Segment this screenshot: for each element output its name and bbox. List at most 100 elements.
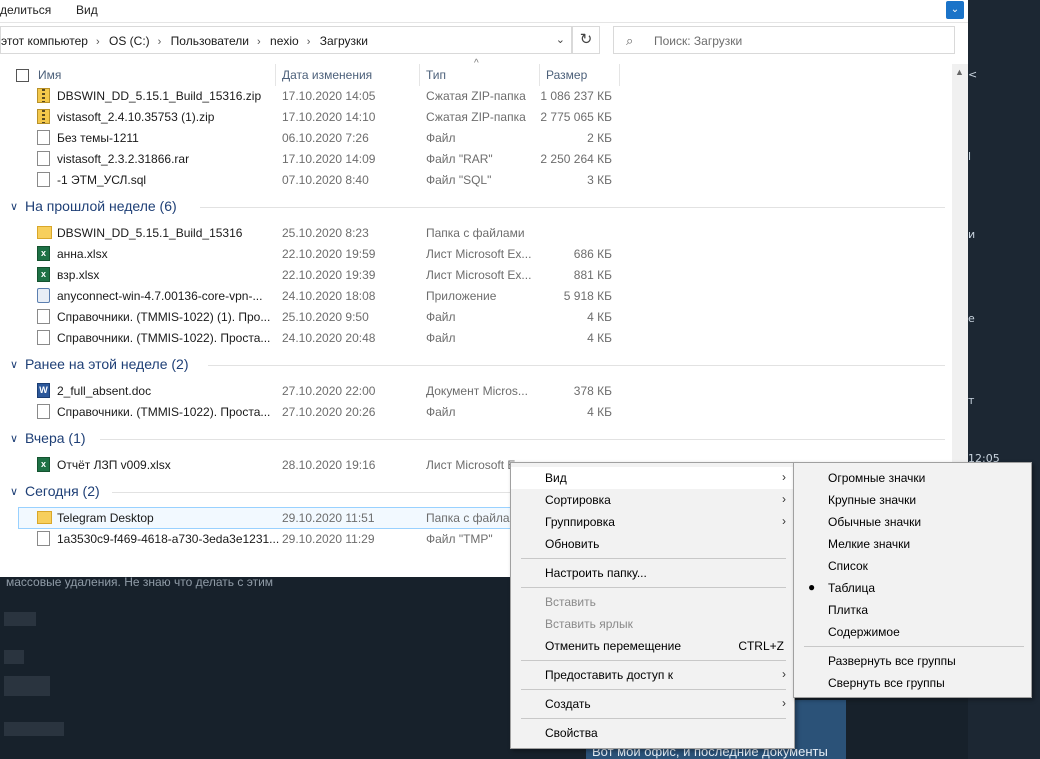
collapse-chevron-icon[interactable]: ∨ xyxy=(10,432,18,445)
breadcrumb-chevron-icon[interactable]: › xyxy=(307,36,311,48)
file-size: 1 086 237 КБ xyxy=(540,89,612,103)
view-option-tiles[interactable]: Плитка xyxy=(794,599,1031,621)
breadcrumb-item[interactable]: этот компьютер xyxy=(1,34,88,48)
group-title: На прошлой неделе (6) xyxy=(25,198,177,214)
file-row[interactable]: vistasoft_2.3.2.31866.rar 17.10.2020 14:… xyxy=(0,148,940,169)
file-icon xyxy=(37,404,50,419)
excel-icon: x xyxy=(37,246,50,261)
column-divider[interactable] xyxy=(275,64,276,86)
breadcrumb-item[interactable]: Пользователи xyxy=(171,34,249,48)
group-divider xyxy=(208,365,945,366)
refresh-icon[interactable]: ↻ xyxy=(572,26,600,54)
menu-separator xyxy=(804,646,1024,647)
breadcrumb-item[interactable]: OS (C:) xyxy=(109,34,150,48)
breadcrumb-chevron-icon[interactable]: › xyxy=(158,36,162,48)
file-row[interactable]: Справочники. (TMMIS-1022). Проста... 27.… xyxy=(0,401,940,422)
column-divider[interactable] xyxy=(539,64,540,86)
file-date: 24.10.2020 18:08 xyxy=(282,289,376,303)
breadcrumb-item[interactable]: nexio xyxy=(270,34,299,48)
menu-item-customize-folder[interactable]: Настроить папку... xyxy=(511,562,794,584)
view-submenu: Огромные значки Крупные значки Обычные з… xyxy=(793,462,1032,698)
column-header-date[interactable]: Дата изменения xyxy=(282,68,372,84)
file-size: 686 КБ xyxy=(573,247,612,261)
file-row[interactable]: DBSWIN_DD_5.15.1_Build_15316 25.10.2020 … xyxy=(0,222,940,243)
ribbon-collapse-chevron-icon[interactable]: ⌄ xyxy=(946,1,964,19)
file-row[interactable]: DBSWIN_DD_5.15.1_Build_15316.zip 17.10.2… xyxy=(0,85,940,106)
file-size: 2 775 065 КБ xyxy=(540,110,612,124)
file-row[interactable]: Справочники. (TMMIS-1022) (1). Про... 25… xyxy=(0,306,940,327)
view-option-huge-icons[interactable]: Огромные значки xyxy=(794,467,1031,489)
blurred-avatar xyxy=(4,676,50,696)
file-row[interactable]: vistasoft_2.4.10.35753 (1).zip 17.10.202… xyxy=(0,106,940,127)
blurred-avatar xyxy=(4,650,24,664)
menu-item-give-access[interactable]: Предоставить доступ к › xyxy=(511,664,794,686)
file-type: Файл xyxy=(426,331,456,345)
file-name: Отчёт ЛЗП v009.xlsx xyxy=(57,458,171,472)
breadcrumb-chevron-icon[interactable]: › xyxy=(257,36,261,48)
menu-item-paste[interactable]: Вставить xyxy=(511,591,794,613)
address-dropdown-icon[interactable]: ⌄ xyxy=(556,33,565,46)
menu-item-sort[interactable]: Сортировка › xyxy=(511,489,794,511)
file-size: 4 КБ xyxy=(587,405,612,419)
view-option-large-icons[interactable]: Крупные значки xyxy=(794,489,1031,511)
menu-item-refresh[interactable]: Обновить xyxy=(511,533,794,555)
view-option-list[interactable]: Список xyxy=(794,555,1031,577)
file-type: Файл "RAR" xyxy=(426,152,493,166)
menu-separator xyxy=(521,689,786,690)
column-header-size[interactable]: Размер xyxy=(546,68,587,84)
collapse-chevron-icon[interactable]: ∨ xyxy=(10,200,18,213)
file-row[interactable]: Без темы-1211 06.10.2020 7:26 Файл 2 КБ xyxy=(0,127,940,148)
file-row[interactable]: Справочники. (TMMIS-1022). Проста... 24.… xyxy=(0,327,940,348)
ribbon-tab-share[interactable]: делиться xyxy=(0,3,51,17)
file-row[interactable]: W 2_full_absent.doc 27.10.2020 22:00 Док… xyxy=(0,380,940,401)
group-header-this-week[interactable]: ∨ Ранее на этой неделе (2) xyxy=(0,355,945,375)
address-bar[interactable]: этот компьютер › OS (C:) › Пользователи › n… xyxy=(0,26,572,54)
view-option-medium-icons[interactable]: Обычные значки xyxy=(794,511,1031,533)
cut-text: т xyxy=(968,394,975,407)
menu-item-properties[interactable]: Свойства xyxy=(511,722,794,744)
group-title: Сегодня (2) xyxy=(25,483,100,499)
column-header-name[interactable]: Имя xyxy=(38,68,61,84)
select-all-checkbox[interactable] xyxy=(16,69,29,82)
cut-text: < xyxy=(968,68,978,81)
search-icon: ⌕ xyxy=(626,33,634,48)
view-option-content[interactable]: Содержимое xyxy=(794,621,1031,643)
file-row[interactable]: -1 ЭТМ_УСЛ.sql 07.10.2020 8:40 Файл "SQL… xyxy=(0,169,940,190)
file-icon xyxy=(37,172,50,187)
file-row[interactable]: x анна.xlsx 22.10.2020 19:59 Лист Micros… xyxy=(0,243,940,264)
file-date: 27.10.2020 20:26 xyxy=(282,405,376,419)
view-option-expand-groups[interactable]: Развернуть все группы xyxy=(794,650,1031,672)
search-box[interactable]: ⌕ Поиск: Загрузки xyxy=(613,26,955,54)
breadcrumb-chevron-icon[interactable]: › xyxy=(96,36,100,48)
breadcrumb: этот компьютер › OS (C:) › Пользователи › n… xyxy=(1,34,374,48)
file-name: Справочники. (TMMIS-1022). Проста... xyxy=(57,331,271,345)
collapse-chevron-icon[interactable]: ∨ xyxy=(10,485,18,498)
group-divider xyxy=(200,207,945,208)
ribbon-tab-view[interactable]: Вид xyxy=(76,3,98,17)
file-date: 22.10.2020 19:39 xyxy=(282,268,376,282)
group-divider xyxy=(100,439,945,440)
column-header-type[interactable]: Тип xyxy=(426,68,446,84)
group-header-yesterday[interactable]: ∨ Вчера (1) xyxy=(0,429,945,449)
file-type: Сжатая ZIP-папка xyxy=(426,89,526,103)
menu-item-view[interactable]: Вид › xyxy=(511,467,794,489)
column-divider[interactable] xyxy=(419,64,420,86)
excel-icon: x xyxy=(37,267,50,282)
column-divider[interactable] xyxy=(619,64,620,86)
file-row[interactable]: x взр.xlsx 22.10.2020 19:39 Лист Microso… xyxy=(0,264,940,285)
scroll-up-icon[interactable]: ▲ xyxy=(955,67,964,77)
menu-item-new[interactable]: Создать › xyxy=(511,693,794,715)
breadcrumb-item[interactable]: Загрузки xyxy=(320,34,368,48)
file-date: 17.10.2020 14:10 xyxy=(282,110,376,124)
collapse-chevron-icon[interactable]: ∨ xyxy=(10,358,18,371)
group-header-last-week[interactable]: ∨ На прошлой неделе (6) xyxy=(0,197,945,217)
file-type: Лист Microsoft Ex xyxy=(426,458,522,472)
view-option-details[interactable]: ● Таблица xyxy=(794,577,1031,599)
menu-item-paste-shortcut[interactable]: Вставить ярлык xyxy=(511,613,794,635)
view-option-small-icons[interactable]: Мелкие значки xyxy=(794,533,1031,555)
search-input[interactable]: Поиск: Загрузки xyxy=(654,34,742,48)
view-option-collapse-groups[interactable]: Свернуть все группы xyxy=(794,672,1031,694)
menu-item-undo-move[interactable]: Отменить перемещение CTRL+Z xyxy=(511,635,794,657)
menu-item-group[interactable]: Группировка › xyxy=(511,511,794,533)
file-row[interactable]: anyconnect-win-4.7.00136-core-vpn-... 24… xyxy=(0,285,940,306)
